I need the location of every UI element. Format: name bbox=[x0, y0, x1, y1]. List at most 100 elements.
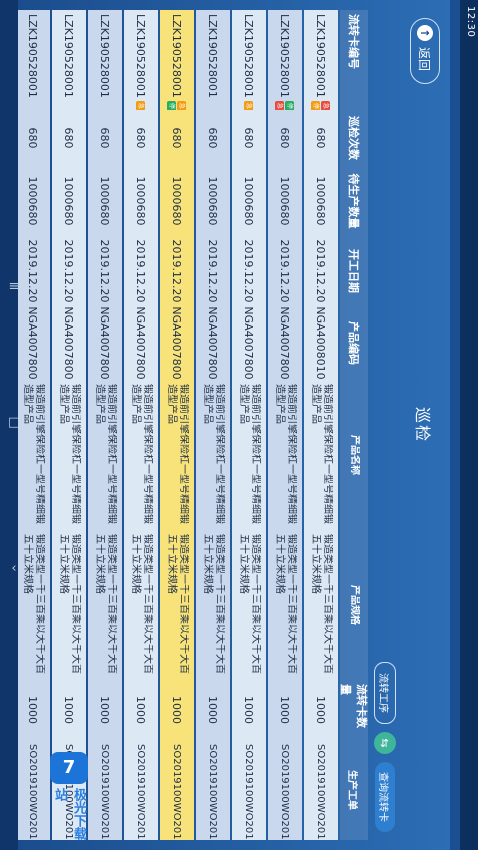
table-cell-count: 680 bbox=[315, 110, 328, 166]
column-header: 流转卡数量 bbox=[339, 684, 368, 728]
cell-text: LZK190528001 bbox=[98, 14, 112, 98]
table-body: LZK190528001 急停 680 1000680 2019.12.20 NGA400… bbox=[18, 10, 338, 840]
table-row[interactable]: LZK190528001 680 1000680 2019.12.20 NGA40078… bbox=[196, 10, 230, 840]
table-cell-pending: 1000680 bbox=[243, 166, 256, 236]
table-row[interactable]: LZK190528001 急 680 1000680 2019.12.20 NGA4007… bbox=[124, 10, 158, 840]
cell-text: 1000680 bbox=[242, 176, 256, 226]
status-badge: 停 bbox=[285, 100, 295, 110]
table-cell-count: 680 bbox=[63, 110, 76, 166]
table-cell-name: 锻造前引擎保险杠一型号精细锻造型产品 bbox=[57, 380, 81, 530]
table-row[interactable]: LZK190528001 680 1000680 2019.12.20 NGA40078… bbox=[18, 10, 50, 840]
table-cell-card: LZK190528001 急停 bbox=[167, 10, 187, 110]
table-cell-order: SO2019100WO20191120 bbox=[172, 740, 183, 840]
table-row[interactable]: LZK190528001 680 1000680 2019.12.20 NGA40078… bbox=[88, 10, 122, 840]
cell-text: LZK190528001 bbox=[206, 14, 220, 98]
table-cell-count: 680 bbox=[27, 110, 40, 166]
column-header: 生产工单 bbox=[346, 770, 358, 810]
table-cell-qty: 1000 bbox=[207, 680, 220, 740]
table-cell-card: LZK190528001 急停 bbox=[311, 10, 331, 110]
table-cell-card: LZK190528001 急 bbox=[135, 10, 148, 110]
table-header: 流转卡编号 巡检次数 待生产数量 开工日期 产品编码 产品名称 产品规格 流转卡… bbox=[339, 10, 368, 840]
table-cell-order: SO2019100WO20191120 bbox=[316, 740, 327, 840]
query-card-button[interactable]: 查询流转卡 bbox=[375, 762, 395, 832]
table-cell-name: 锻造前引擎保险杠一型号精细锻造型产品 bbox=[165, 380, 189, 530]
table-cell-pending: 1000680 bbox=[63, 166, 76, 236]
watermark: 7 极光下载站 bbox=[34, 752, 104, 842]
cell-text: NGA4007800 bbox=[26, 306, 40, 380]
cell-text: 1000680 bbox=[98, 176, 112, 226]
cell-text: 680 bbox=[62, 127, 76, 149]
table-row[interactable]: LZK190528001 急停 680 1000680 2019.12.20 NGA400… bbox=[304, 10, 338, 840]
inspection-screen: ↑ 返回 巡检 流转工序 ⇆ 查询流转卡 流转卡编号 巡检次数 待生产数量 开工… bbox=[18, 0, 450, 850]
table-cell-spec: 锻造类型一千三百乘以大千大百五十立米规格 bbox=[237, 530, 261, 680]
cell-text: 2019.12.20 bbox=[98, 239, 112, 303]
process-selector[interactable]: 流转工序 bbox=[374, 662, 396, 724]
cell-text: 1000 bbox=[98, 696, 112, 724]
watermark-name: 极光下载站 bbox=[52, 787, 86, 840]
table-cell-pending: 1000680 bbox=[27, 166, 40, 236]
column-header: 产品编码 bbox=[347, 321, 360, 365]
table-cell-spec: 锻造类型一千三百乘以大千大百五十立米规格 bbox=[201, 530, 225, 680]
cell-text: 1000680 bbox=[26, 176, 40, 226]
table-cell-name: 锻造前引擎保险杠一型号精细锻造型产品 bbox=[201, 380, 225, 530]
table-cell-date: 2019.12.20 bbox=[315, 236, 328, 306]
cell-text: NGA4007800 bbox=[134, 306, 148, 380]
table-cell-spec: 锻造类型一千三百乘以大千大百五十立米规格 bbox=[309, 530, 333, 680]
table-cell-qty: 1000 bbox=[243, 680, 256, 740]
table-cell-spec: 锻造类型一千三百乘以大千大百五十立米规格 bbox=[93, 530, 117, 680]
toggle-icon[interactable]: ⇆ bbox=[374, 732, 396, 754]
cell-text: SO2019100WO20191120 bbox=[279, 744, 291, 840]
status-tags: 急 bbox=[136, 100, 146, 110]
cell-text: SO2019100WO20191120 bbox=[243, 744, 255, 840]
table-cell-code: NGA4007800 bbox=[207, 306, 220, 380]
cell-text: 2019.12.20 bbox=[26, 239, 40, 303]
table-cell-name: 锻造前引擎保险杠一型号精细锻造型产品 bbox=[129, 380, 153, 530]
status-badge: 急 bbox=[136, 100, 146, 110]
table-cell-card: LZK190528001 bbox=[207, 10, 220, 110]
cell-text: NGA4008010 bbox=[314, 306, 328, 380]
cell-text: 2019.12.20 bbox=[206, 239, 220, 303]
cell-text: 1000 bbox=[26, 696, 40, 724]
cell-text: 锻造前引擎保险杠一型号精细锻造型产品 bbox=[274, 384, 297, 524]
cell-text: 680 bbox=[206, 127, 220, 149]
table-row[interactable]: LZK190528001 停急 680 1000680 2019.12.20 NGA400… bbox=[268, 10, 302, 840]
table-row[interactable]: LZK190528001 急 680 1000680 2019.12.20 NGA4007… bbox=[232, 10, 266, 840]
table-cell-card: LZK190528001 急 bbox=[243, 10, 256, 110]
cell-text: 锻造前引擎保险杠一型号精细锻造型产品 bbox=[238, 384, 261, 524]
cell-text: 2019.12.20 bbox=[242, 239, 256, 303]
table-row[interactable]: LZK190528001 急停 680 1000680 2019.12.20 NGA400… bbox=[160, 10, 194, 840]
cell-text: 锻造前引擎保险杠一型号精细锻造型产品 bbox=[22, 384, 45, 524]
table-cell-qty: 1000 bbox=[171, 680, 184, 740]
cell-text: 锻造类型一千三百乘以大千大百五十立米规格 bbox=[58, 534, 81, 674]
status-tags: 急 bbox=[244, 100, 254, 110]
cell-text: 1000 bbox=[134, 696, 148, 724]
column-header: 产品规格 bbox=[349, 585, 360, 625]
cell-text: LZK190528001 bbox=[314, 14, 328, 98]
table-cell-qty: 1000 bbox=[63, 680, 76, 740]
table-cell-card: LZK190528001 bbox=[27, 10, 40, 110]
cell-text: 2019.12.20 bbox=[134, 239, 148, 303]
cell-text: LZK190528001 bbox=[134, 14, 148, 98]
cell-text: NGA4007800 bbox=[242, 306, 256, 380]
status-badge: 急 bbox=[275, 100, 285, 110]
cell-text: 1000 bbox=[62, 696, 76, 724]
column-header: 产品名称 bbox=[349, 435, 360, 475]
table-cell-spec: 锻造类型一千三百乘以大千大百五十立米规格 bbox=[165, 530, 189, 680]
cell-text: NGA4007800 bbox=[98, 306, 112, 380]
table-cell-date: 2019.12.20 bbox=[171, 236, 184, 306]
cell-text: SO2019100WO20191120 bbox=[315, 744, 327, 840]
cell-text: SO2019100WO20191120 bbox=[207, 744, 219, 840]
table-cell-qty: 1000 bbox=[315, 680, 328, 740]
table-row[interactable]: LZK190528001 680 1000680 2019.12.20 NGA40078… bbox=[52, 10, 86, 840]
table-cell-order: SO2019100WO20191120 bbox=[208, 740, 219, 840]
cell-text: SO2019100WO20191120 bbox=[171, 744, 183, 840]
status-tags: 停急 bbox=[275, 100, 295, 110]
cell-text: LZK190528001 bbox=[278, 14, 292, 98]
table-cell-spec: 锻造类型一千三百乘以大千大百五十立米规格 bbox=[57, 530, 81, 680]
table-cell-pending: 1000680 bbox=[207, 166, 220, 236]
cell-text: 锻造类型一千三百乘以大千大百五十立米规格 bbox=[94, 534, 117, 674]
cell-text: 2019.12.20 bbox=[170, 239, 184, 303]
table-cell-count: 680 bbox=[207, 110, 220, 166]
table-cell-date: 2019.12.20 bbox=[279, 236, 292, 306]
table-cell-order: SO2019100WO20191120 bbox=[244, 740, 255, 840]
